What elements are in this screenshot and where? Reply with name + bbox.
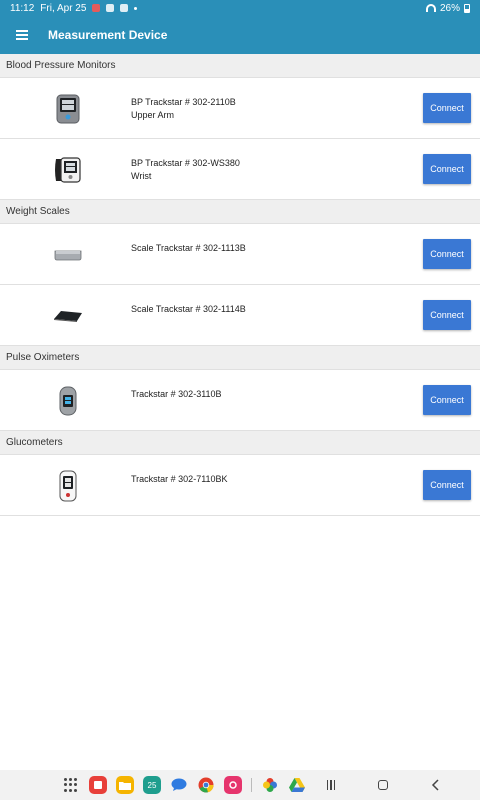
device-row: Trackstar # 302-3110B Connect (0, 370, 480, 431)
device-name: Trackstar # 302-7110BK (131, 474, 228, 484)
notes-app-icon[interactable] (89, 776, 107, 794)
back-icon (431, 779, 439, 791)
scale-silver-icon (48, 238, 88, 272)
photos-app-icon[interactable] (261, 776, 279, 794)
battery-icon (464, 3, 470, 13)
device-name: Trackstar # 302-3110B (131, 389, 222, 399)
files-app-icon[interactable] (116, 776, 134, 794)
device-name: BP Trackstar # 302-2110B (131, 97, 236, 107)
home-icon (378, 780, 388, 790)
connect-button[interactable]: Connect (423, 239, 471, 269)
device-subtitle: Upper Arm (131, 110, 175, 120)
navigation-bar: 25 (0, 770, 480, 800)
recents-button[interactable] (322, 776, 340, 794)
gallery-notification-icon (106, 4, 115, 12)
chrome-app-icon[interactable] (197, 776, 215, 794)
status-date: Fri, Apr 25 (40, 2, 87, 14)
device-name: Scale Trackstar # 302-1114B (131, 304, 246, 314)
more-notifications-icon (134, 6, 138, 10)
device-subtitle: Wrist (131, 171, 152, 181)
back-button[interactable] (426, 776, 444, 794)
hamburger-icon (16, 30, 28, 40)
device-row: Scale Trackstar # 302-1113B Connect (0, 224, 480, 285)
app-bar: Measurement Device (0, 16, 480, 54)
page-title: Measurement Device (48, 28, 168, 42)
notification-icon (92, 4, 101, 12)
glucometer-icon (48, 469, 88, 503)
status-bar: 11:12 Fri, Apr 25 26% (0, 0, 480, 16)
taskbar-divider (251, 778, 252, 792)
device-row: Trackstar # 302-7110BK Connect (0, 455, 480, 516)
device-list: Blood Pressure Monitors BP Trackstar # 3… (0, 54, 480, 516)
connect-button[interactable]: Connect (423, 385, 471, 415)
wifi-icon (425, 4, 436, 12)
connect-button[interactable]: Connect (423, 93, 471, 123)
bp-monitor-upper-arm-icon (48, 92, 88, 126)
device-row: BP Trackstar # 302-2110B Upper Arm Conne… (0, 78, 480, 139)
camera-app-icon[interactable] (224, 776, 242, 794)
apps-grid-icon[interactable] (62, 776, 80, 794)
device-name: BP Trackstar # 302-WS380 (131, 158, 240, 168)
section-header-glucometers: Glucometers (0, 431, 480, 455)
device-row: Scale Trackstar # 302-1114B Connect (0, 285, 480, 346)
battery-percent: 26% (439, 2, 460, 14)
status-time: 11:12 (10, 2, 35, 14)
section-header-pulse-oximeters: Pulse Oximeters (0, 346, 480, 370)
device-name: Scale Trackstar # 302-1113B (131, 243, 246, 253)
section-header-weight-scales: Weight Scales (0, 200, 480, 224)
recents-icon (326, 780, 336, 790)
connect-button[interactable]: Connect (423, 470, 471, 500)
device-row: BP Trackstar # 302-WS380 Wrist Connect (0, 139, 480, 200)
system-navigation-keys (322, 776, 444, 794)
connect-button[interactable]: Connect (423, 154, 471, 184)
bp-monitor-wrist-icon (48, 153, 88, 187)
drive-app-icon[interactable] (288, 776, 306, 794)
messages-app-icon[interactable] (170, 776, 188, 794)
section-header-blood-pressure: Blood Pressure Monitors (0, 54, 480, 78)
calendar-day: 25 (147, 780, 157, 790)
pulse-oximeter-icon (48, 384, 88, 418)
menu-button[interactable] (0, 16, 44, 54)
connect-button[interactable]: Connect (423, 300, 471, 330)
home-button[interactable] (374, 776, 392, 794)
mail-notification-icon (120, 4, 129, 12)
scale-black-icon (48, 299, 88, 333)
calendar-app-icon[interactable]: 25 (143, 776, 161, 794)
taskbar-apps: 25 (62, 776, 306, 794)
